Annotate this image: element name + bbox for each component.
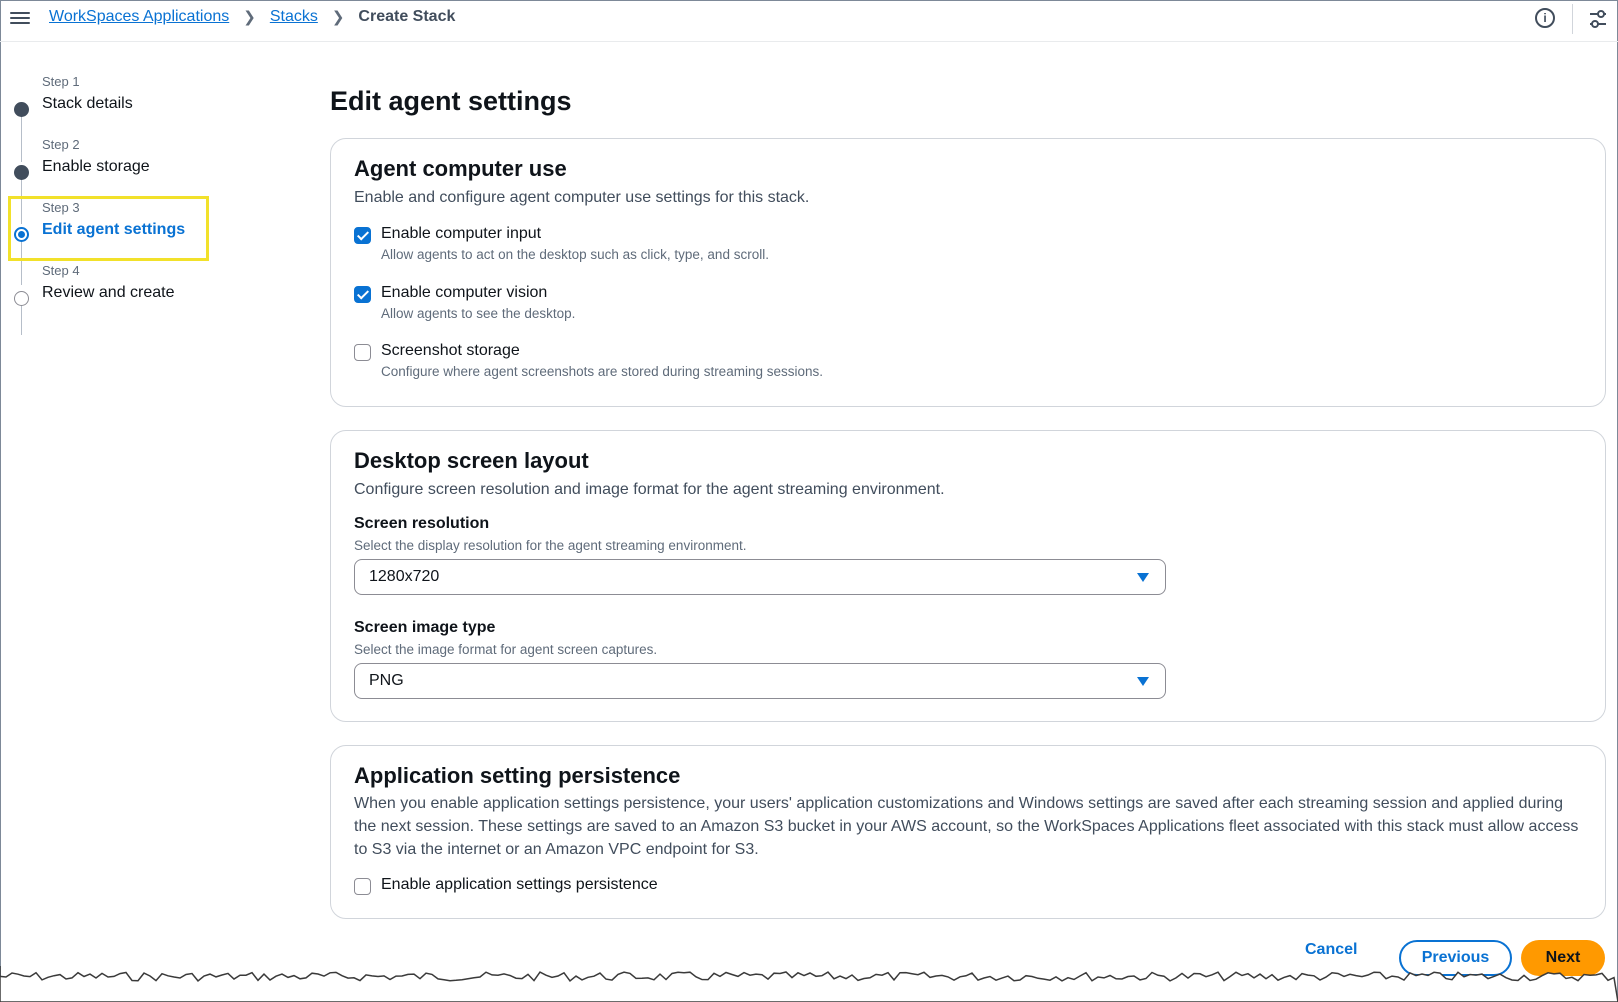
step-pending-icon <box>14 291 29 306</box>
enable-persistence-checkbox[interactable] <box>354 878 371 895</box>
card-title: Agent computer use <box>354 156 567 181</box>
chevron-right-icon: ❯ <box>331 9 345 26</box>
step-label[interactable]: Review and create <box>42 284 175 302</box>
select-value: PNG <box>369 672 404 689</box>
checkbox-hint: Allow agents to act on the desktop such … <box>381 247 769 262</box>
screenshot-storage-checkbox[interactable] <box>354 344 371 361</box>
top-navigation-bar: WorkSpaces Applications ❯ Stacks ❯ Creat… <box>0 0 1618 42</box>
card-description-line-1: When you enable application settings per… <box>354 795 1564 812</box>
card-title: Desktop screen layout <box>354 448 589 473</box>
cancel-button[interactable]: Cancel <box>1305 941 1357 959</box>
checkbox-label[interactable]: Screenshot storage <box>381 342 520 360</box>
checkbox-label[interactable]: Enable computer input <box>381 225 541 243</box>
application-setting-persistence-card: Application setting persistence When you… <box>330 745 1606 919</box>
breadcrumb-stacks[interactable]: Stacks <box>270 8 318 26</box>
hamburger-icon[interactable] <box>10 9 30 27</box>
enable-computer-vision-checkbox[interactable] <box>354 286 371 303</box>
caret-down-icon <box>1137 573 1149 582</box>
step-number: Step 2 <box>42 137 80 152</box>
breadcrumb-workspaces-applications[interactable]: WorkSpaces Applications <box>49 8 229 26</box>
agent-computer-use-card: Agent computer use Enable and configure … <box>330 138 1606 407</box>
torn-edge-decoration <box>0 966 1618 1002</box>
checkbox-label[interactable]: Enable application settings persistence <box>381 876 658 894</box>
step-label[interactable]: Enable storage <box>42 158 150 176</box>
select-value: 1280x720 <box>369 568 440 585</box>
chevron-right-icon: ❯ <box>243 9 256 26</box>
screen-resolution-label: Screen resolution <box>354 515 490 532</box>
step-complete-icon <box>14 102 29 117</box>
desktop-screen-layout-card: Desktop screen layout Configure screen r… <box>330 430 1606 722</box>
toolbar-divider <box>1572 4 1573 34</box>
card-description-line-3: to S3 via the internet or an Amazon VPC … <box>354 841 759 858</box>
card-description-line-2: the next session. These settings are sav… <box>354 818 1579 835</box>
step-number: Step 4 <box>42 263 80 278</box>
wizard-steps: Step 1 Stack details Step 2 Enable stora… <box>0 42 300 342</box>
settings-icon[interactable] <box>1587 8 1609 30</box>
info-icon[interactable]: i <box>1535 8 1555 28</box>
breadcrumb-current: Create Stack <box>358 8 456 25</box>
enable-computer-input-checkbox[interactable] <box>354 227 371 244</box>
screen-image-type-hint: Select the image format for agent screen… <box>354 642 658 657</box>
step-number: Step 1 <box>42 74 80 89</box>
step-label[interactable]: Stack details <box>42 95 133 113</box>
page-title: Edit agent settings <box>330 86 572 116</box>
card-description: Enable and configure agent computer use … <box>354 189 810 206</box>
screen-image-type-select[interactable]: PNG <box>354 663 1166 699</box>
card-description: Configure screen resolution and image fo… <box>354 481 945 498</box>
step-connector <box>21 110 22 162</box>
caret-down-icon <box>1137 677 1149 686</box>
checkbox-hint: Configure where agent screenshots are st… <box>381 364 823 379</box>
screen-resolution-select[interactable]: 1280x720 <box>354 559 1166 595</box>
checkbox-hint: Allow agents to see the desktop. <box>381 306 576 321</box>
screen-resolution-hint: Select the display resolution for the ag… <box>354 538 747 553</box>
step-complete-icon <box>14 165 29 180</box>
card-title: Application setting persistence <box>354 763 681 788</box>
current-step-highlight <box>8 196 209 261</box>
breadcrumb: WorkSpaces Applications ❯ Stacks ❯ Creat… <box>49 8 455 26</box>
screen-image-type-label: Screen image type <box>354 619 496 636</box>
checkbox-label[interactable]: Enable computer vision <box>381 284 547 302</box>
